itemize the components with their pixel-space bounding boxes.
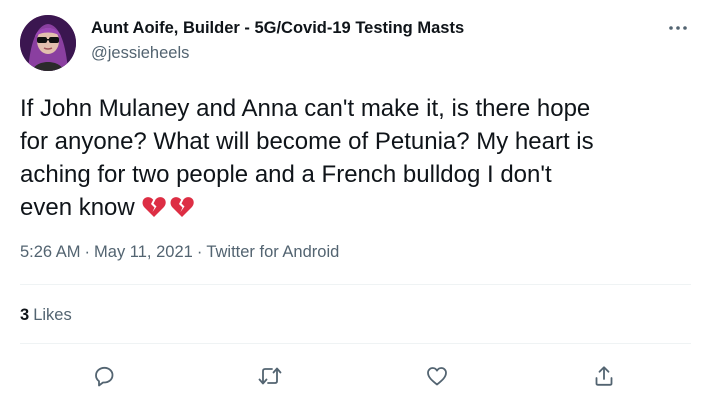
tweet-line: aching for two people and a French bulld… xyxy=(20,161,552,188)
author-handle[interactable]: @jessieheels xyxy=(91,44,189,63)
avatar-image xyxy=(20,15,76,71)
share-icon xyxy=(595,366,613,386)
more-icon xyxy=(669,26,687,30)
tweet-line: for anyone? What will become of Petunia?… xyxy=(20,128,594,155)
like-button[interactable] xyxy=(423,362,451,390)
retweet-button[interactable] xyxy=(256,362,284,390)
reply-icon xyxy=(95,366,114,387)
tweet-meta: 5:26 AM · May 11, 2021 · Twitter for Android xyxy=(20,243,339,262)
reply-button[interactable] xyxy=(90,362,118,390)
tweet-card: Aunt Aoife, Builder - 5G/Covid-19 Testin… xyxy=(0,0,711,400)
tweet-line: If John Mulaney and Anna can't make it, … xyxy=(20,95,591,122)
tweet-line: even know xyxy=(20,194,135,221)
meta-separator: · xyxy=(196,243,203,261)
meta-separator: · xyxy=(84,243,91,261)
divider xyxy=(20,343,691,344)
tweet-date[interactable]: May 11, 2021 xyxy=(94,243,193,261)
tweet-text: If John Mulaney and Anna can't make it, … xyxy=(20,92,700,228)
tweet-source[interactable]: Twitter for Android xyxy=(206,243,339,261)
likes-link[interactable]: 3 Likes xyxy=(20,306,72,325)
divider xyxy=(20,284,691,285)
retweet-icon xyxy=(258,367,282,385)
share-button[interactable] xyxy=(590,362,618,390)
action-bar xyxy=(0,362,711,390)
more-options-button[interactable] xyxy=(666,18,690,38)
broken-heart-icon xyxy=(169,195,195,228)
like-icon xyxy=(427,367,447,386)
broken-heart-icon xyxy=(141,195,167,228)
avatar[interactable] xyxy=(20,15,76,71)
likes-count: 3 xyxy=(20,306,30,324)
author-name[interactable]: Aunt Aoife, Builder - 5G/Covid-19 Testin… xyxy=(91,19,464,38)
likes-label: Likes xyxy=(33,306,72,324)
tweet-time[interactable]: 5:26 AM xyxy=(20,243,81,261)
